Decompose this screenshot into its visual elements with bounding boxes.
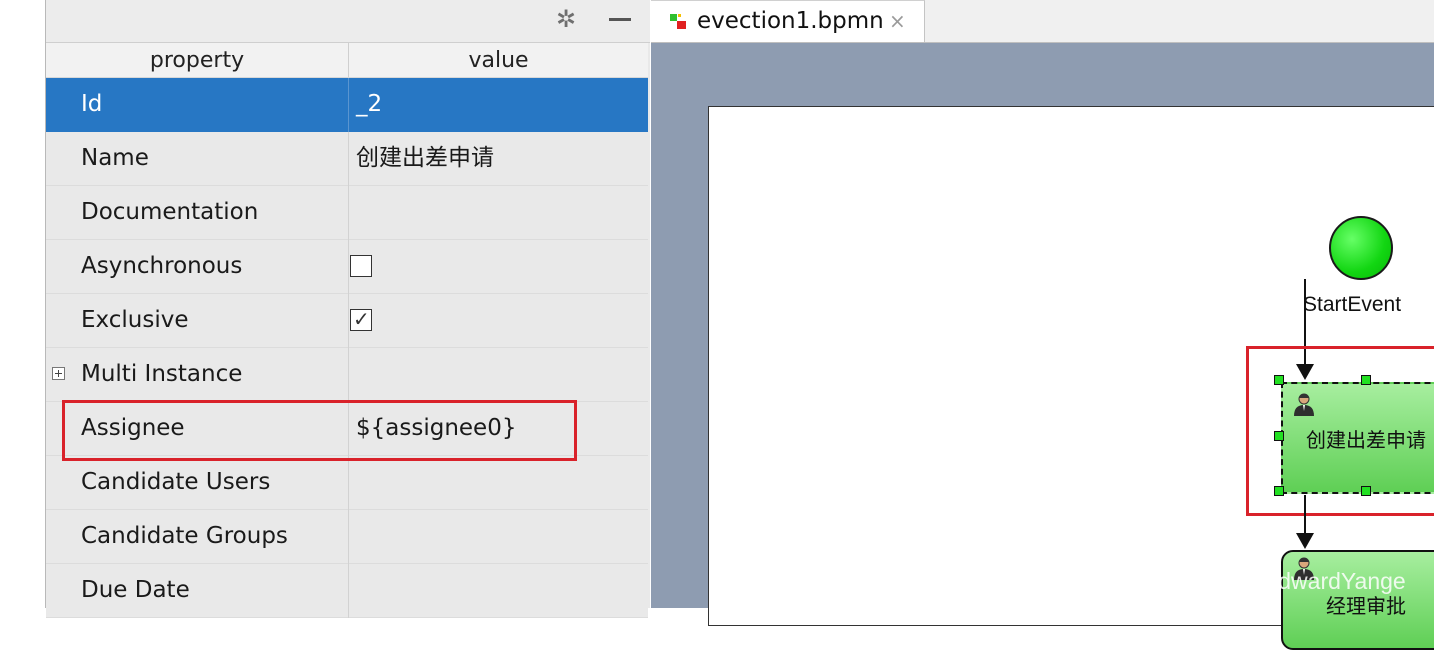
property-row-exclusive[interactable]: Exclusive ✓ <box>46 294 648 348</box>
column-header-property[interactable]: property <box>46 43 348 77</box>
column-separator <box>348 294 349 348</box>
start-event-label: StartEvent <box>1303 293 1402 316</box>
property-name: Id <box>81 91 103 117</box>
table-header: property value <box>46 43 648 78</box>
property-value-id[interactable]: _2 <box>356 78 382 131</box>
checkmark-icon: ✓ <box>353 307 370 331</box>
minimize-icon[interactable] <box>609 18 631 21</box>
expand-plus-icon[interactable] <box>52 367 65 380</box>
property-row-candidate-groups[interactable]: Candidate Groups <box>46 510 648 564</box>
column-separator <box>348 348 349 402</box>
left-gutter <box>0 0 45 608</box>
column-separator <box>348 456 349 510</box>
bpmn-file-icon <box>670 14 686 29</box>
property-name: Multi Instance <box>81 361 243 387</box>
tab-evection1-bpmn[interactable]: evection1.bpmn × <box>651 0 925 42</box>
property-row-name[interactable]: Name 创建出差申请 <box>46 132 648 186</box>
column-separator <box>348 564 349 618</box>
start-event[interactable] <box>1329 216 1393 280</box>
properties-panel: ✲ property value Id _2 Name 创建出差申请 Docum… <box>46 0 650 618</box>
property-name: Documentation <box>81 199 259 225</box>
column-separator <box>348 510 349 564</box>
property-name: Due Date <box>81 577 190 603</box>
column-separator <box>348 132 349 186</box>
assignee-highlight-box <box>62 400 577 461</box>
arrow-head-icon <box>1296 533 1314 549</box>
properties-toolbar: ✲ <box>46 0 650 43</box>
property-row-asynchronous[interactable]: Asynchronous <box>46 240 648 294</box>
property-name: Asynchronous <box>81 253 243 279</box>
task-highlight-box <box>1246 346 1434 516</box>
asynchronous-checkbox[interactable] <box>350 255 372 277</box>
bpmn-editor: evection1.bpmn × StartEvent 创建出差申请 经理审批 <box>651 0 1434 650</box>
property-name: Exclusive <box>81 307 189 333</box>
column-separator <box>348 78 349 132</box>
property-row-candidate-users[interactable]: Candidate Users <box>46 456 648 510</box>
property-name: Name <box>81 145 149 171</box>
user-task-manager-approval[interactable]: 经理审批 <box>1281 550 1434 650</box>
properties-table: property value Id _2 Name 创建出差申请 Documen… <box>46 43 648 618</box>
editor-tab-bar: evection1.bpmn × <box>651 0 1434 43</box>
watermark: CSDN @EdwardYange <box>1168 568 1406 594</box>
property-row-due-date[interactable]: Due Date <box>46 564 648 618</box>
property-row-id[interactable]: Id _2 <box>46 78 648 132</box>
gear-icon[interactable]: ✲ <box>556 5 576 33</box>
property-row-documentation[interactable]: Documentation <box>46 186 648 240</box>
property-row-multi-instance[interactable]: Multi Instance <box>46 348 648 402</box>
tab-label: evection1.bpmn <box>697 8 884 34</box>
property-value-name[interactable]: 创建出差申请 <box>356 132 494 185</box>
property-name: Candidate Users <box>81 469 271 495</box>
exclusive-checkbox[interactable]: ✓ <box>350 307 372 331</box>
column-header-value[interactable]: value <box>349 43 648 77</box>
close-icon[interactable]: × <box>889 1 906 41</box>
property-name: Candidate Groups <box>81 523 288 549</box>
column-separator <box>348 186 349 240</box>
column-separator <box>348 240 349 294</box>
diagram-canvas[interactable]: StartEvent 创建出差申请 经理审批 <box>708 106 1434 650</box>
